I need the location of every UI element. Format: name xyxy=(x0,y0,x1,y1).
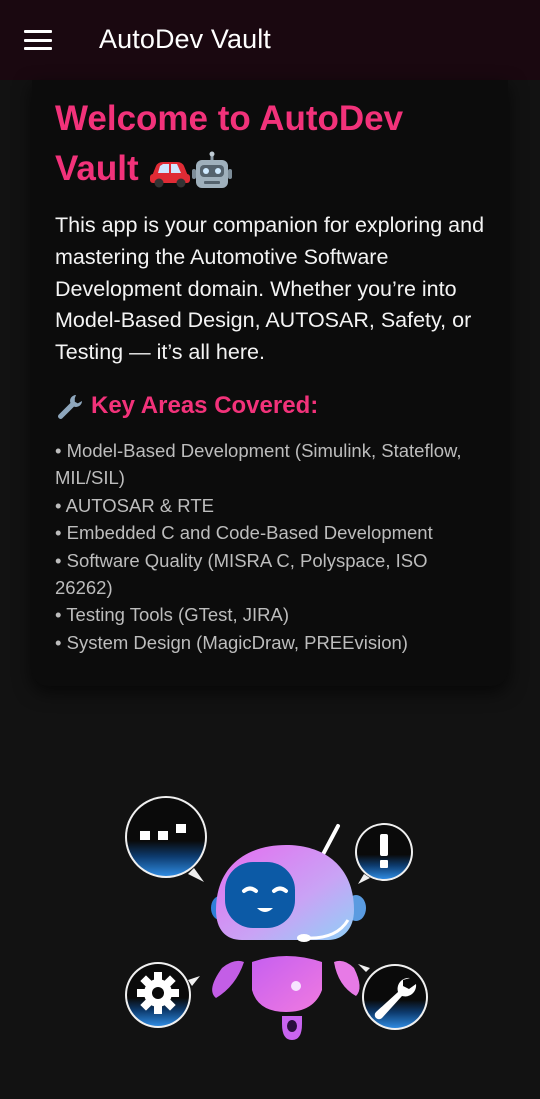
hamburger-menu-icon[interactable] xyxy=(22,26,54,54)
wrench-bubble-icon xyxy=(358,964,428,1030)
gear-bubble-icon xyxy=(125,962,200,1028)
chat-bubble-icon xyxy=(125,796,207,882)
app-title: AutoDev Vault xyxy=(99,24,271,54)
key-areas-heading: Key Areas Covered: xyxy=(55,392,318,420)
welcome-heading: Welcome to AutoDev Vault xyxy=(55,94,475,194)
list-item: • Testing Tools (GTest, JIRA) xyxy=(55,604,290,626)
intro-paragraph: This app is your companion for exploring… xyxy=(55,213,485,365)
list-item: • Model-Based Development (Simulink, Sta… xyxy=(55,440,462,489)
key-areas-heading-text: Key Areas Covered: xyxy=(91,392,319,419)
list-item: • System Design (MagicDraw, PREEvision) xyxy=(55,631,408,653)
key-areas-list: • Model-Based Development (Simulink, Sta… xyxy=(55,437,475,656)
car-icon xyxy=(150,161,191,188)
robot-body xyxy=(212,956,360,1040)
alert-bubble-icon xyxy=(355,823,413,884)
robot-icon xyxy=(192,151,233,188)
app-bar: AutoDev Vault xyxy=(0,0,540,80)
list-item: • Software Quality (MISRA C, Polyspace, … xyxy=(55,549,428,599)
list-item: • AUTOSAR & RTE xyxy=(55,494,214,516)
list-item: • Embedded C and Code-Based Development xyxy=(55,522,433,544)
robot-head xyxy=(216,845,354,942)
wrench-icon xyxy=(58,395,82,419)
robot-assistant-illustration xyxy=(125,796,428,1040)
